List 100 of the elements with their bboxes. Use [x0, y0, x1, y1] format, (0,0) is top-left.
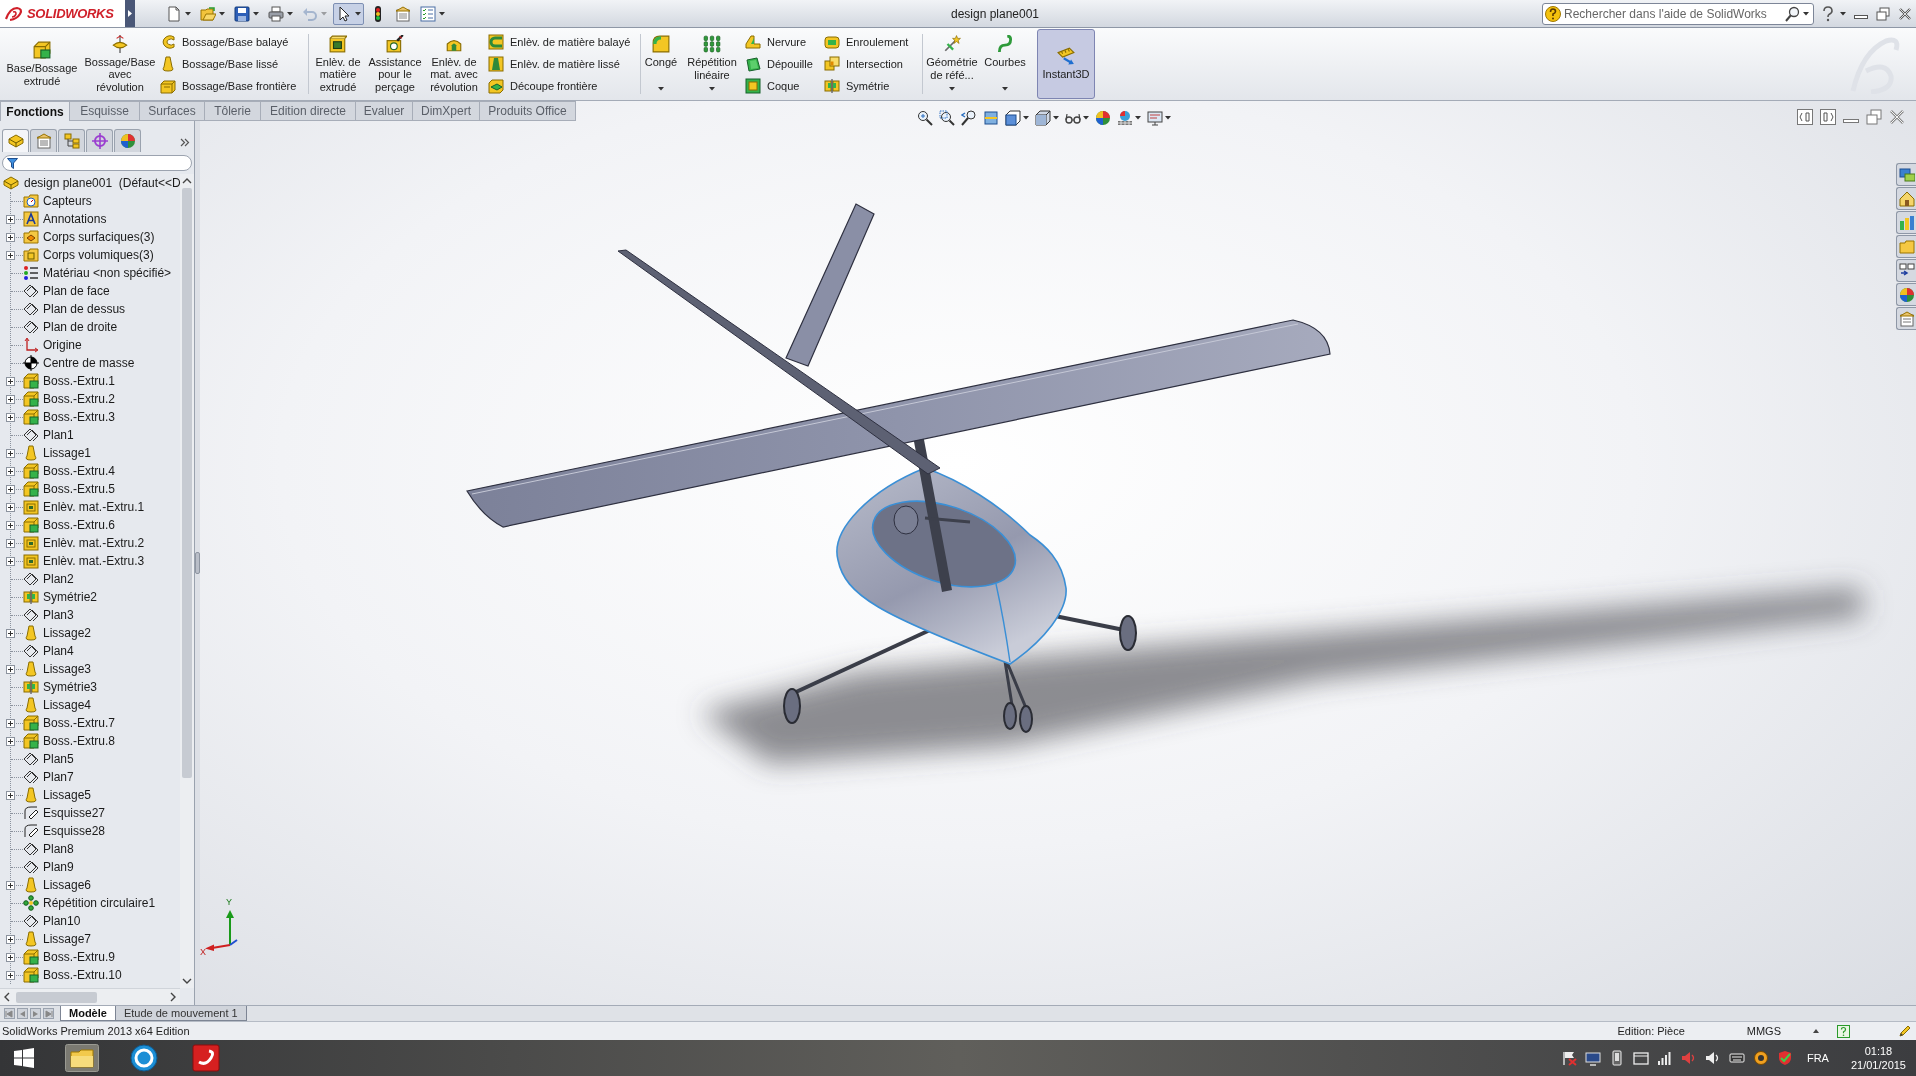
panel-tab[interactable]	[86, 129, 113, 152]
tree-item[interactable]: Boss.-Extru.7	[23, 714, 116, 732]
tree-item[interactable]: Plan1	[23, 426, 74, 444]
model-tab[interactable]: Etude de mouvement 1	[115, 1006, 247, 1021]
tree-item[interactable]: Boss.-Extru.9	[23, 948, 116, 966]
tree-item[interactable]: Enlèv. mat.-Extru.2	[23, 534, 145, 552]
units-button[interactable]: MMGS	[1746, 1022, 1781, 1040]
command-tab[interactable]: Edition directe	[261, 101, 356, 121]
tree-item[interactable]: Plan7	[23, 768, 74, 786]
expand-icon[interactable]	[6, 466, 15, 476]
ribbon-button[interactable]: Répétition linéaire	[684, 29, 740, 99]
tree-item[interactable]: Symétrie2	[23, 588, 98, 606]
expand-icon[interactable]	[6, 880, 15, 890]
task-pane-tab[interactable]	[1896, 283, 1916, 306]
tree-item[interactable]: Plan4	[23, 642, 74, 660]
ribbon-button[interactable]: Courbes	[982, 29, 1028, 99]
tree-item[interactable]: Lissage1	[23, 444, 92, 462]
app-icon[interactable]	[189, 1044, 223, 1072]
ribbon-button[interactable]: Instant3D	[1037, 29, 1095, 99]
ribbon-button[interactable]: Bossage/Base frontière	[158, 75, 299, 97]
tree-item[interactable]: Boss.-Extru.8	[23, 732, 116, 750]
expand-panel-button[interactable]	[180, 138, 190, 147]
shield-icon[interactable]	[1776, 1050, 1793, 1066]
search-field[interactable]: Rechercher dans l'aide de SolidWorks	[1542, 2, 1814, 25]
view-tool-button[interactable]	[917, 110, 933, 126]
menu-button[interactable]	[125, 0, 135, 27]
speaker-icon[interactable]	[1704, 1050, 1721, 1066]
vertical-scrollbar[interactable]	[180, 174, 194, 988]
expand-icon[interactable]	[6, 664, 15, 674]
ribbon-button[interactable]: Enlèv. de matière lissé	[486, 53, 622, 75]
tree-item[interactable]: Boss.-Extru.2	[23, 390, 116, 408]
tree-item[interactable]: Plan5	[23, 750, 74, 768]
ribbon-button[interactable]: Découpe frontière	[486, 75, 600, 97]
expand-icon[interactable]	[6, 718, 15, 728]
tree-item[interactable]: Boss.-Extru.5	[23, 480, 116, 498]
tree-item[interactable]: Boss.-Extru.10	[23, 966, 122, 984]
view-tool-button[interactable]	[939, 110, 955, 126]
expand-icon[interactable]	[6, 376, 15, 386]
expand-icon[interactable]	[6, 952, 15, 962]
ribbon-button[interactable]: Symétrie	[822, 75, 892, 97]
ribbon-button[interactable]: Nervure	[743, 31, 809, 53]
tree-item[interactable]: Lissage3	[23, 660, 92, 678]
expand-icon[interactable]	[6, 790, 15, 800]
expand-icon[interactable]	[6, 538, 15, 548]
model-tab[interactable]: Modèle	[60, 1006, 116, 1021]
pencil-icon[interactable]	[1898, 1024, 1912, 1038]
ribbon-button[interactable]: Géométrie de réfé...	[925, 29, 979, 99]
tree-item[interactable]: Plan9	[23, 858, 74, 876]
task-pane-tab[interactable]	[1896, 307, 1916, 330]
tree-item[interactable]: Lissage6	[23, 876, 92, 894]
ribbon-button[interactable]: Intersection	[822, 53, 905, 75]
tree-item[interactable]: Enlèv. mat.-Extru.3	[23, 552, 145, 570]
command-tab[interactable]: Evaluer	[356, 101, 413, 121]
expand-icon[interactable]	[6, 556, 15, 566]
tree-item[interactable]: Plan8	[23, 840, 74, 858]
panel-tab[interactable]	[114, 129, 141, 152]
command-tab[interactable]: Surfaces	[140, 101, 205, 121]
tree-item[interactable]: Boss.-Extru.1	[23, 372, 116, 390]
ribbon-button[interactable]: Enroulement	[822, 31, 911, 53]
expand-icon[interactable]	[6, 394, 15, 404]
task-pane-tab[interactable]	[1896, 163, 1916, 186]
view-tool-button[interactable]	[1035, 110, 1059, 126]
ribbon-button[interactable]: Enlèv. de matière balayé	[486, 31, 633, 53]
expand-icon[interactable]	[6, 412, 15, 422]
tree-item[interactable]: Lissage2	[23, 624, 92, 642]
screen-icon[interactable]	[1584, 1050, 1601, 1066]
tree-item[interactable]: Capteurs	[23, 192, 92, 210]
tree-item[interactable]: Boss.-Extru.6	[23, 516, 116, 534]
tree-item[interactable]: Répétition circulaire1	[23, 894, 156, 912]
tree-item[interactable]: Plan10	[23, 912, 81, 930]
clock[interactable]: 01:18 21/01/2015	[1850, 1044, 1906, 1072]
ribbon-button[interactable]: Base/Bossage extrudé	[6, 29, 78, 99]
expand-icon[interactable]	[6, 448, 15, 458]
expand-icon[interactable]	[6, 214, 15, 224]
tree-item[interactable]: Lissage4	[23, 696, 92, 714]
window-icon[interactable]	[1632, 1050, 1649, 1066]
language-indicator[interactable]: FRA	[1806, 1049, 1829, 1067]
ribbon-button[interactable]: Assistance pour le perçage	[366, 29, 424, 99]
ribbon-button[interactable]: Dépouille	[743, 53, 815, 75]
flag-icon[interactable]	[1560, 1050, 1577, 1066]
tree-item[interactable]: Lissage7	[23, 930, 92, 948]
command-tab[interactable]: Esquisse	[70, 101, 140, 121]
browser-icon[interactable]	[127, 1044, 161, 1072]
tree-item[interactable]: Lissage5	[23, 786, 92, 804]
splitter-handle[interactable]	[195, 552, 200, 574]
ribbon-button[interactable]: Bossage/Base avec révolution	[85, 29, 155, 99]
help-button[interactable]	[1822, 5, 1846, 22]
ribbon-button[interactable]: Enlèv. de mat. avec révolution	[425, 29, 483, 99]
restore-button[interactable]	[1876, 6, 1890, 21]
panel-tab[interactable]	[30, 129, 57, 152]
tree-item[interactable]: Esquisse27	[23, 804, 106, 822]
tile-button[interactable]	[1797, 109, 1813, 125]
task-pane-tab[interactable]	[1896, 259, 1916, 282]
expand-icon[interactable]	[6, 250, 15, 260]
tree-item[interactable]: Plan2	[23, 570, 74, 588]
close-button[interactable]	[1898, 6, 1912, 21]
expand-icon[interactable]	[6, 520, 15, 530]
tree-item[interactable]: Plan de droite	[23, 318, 118, 336]
ribbon-button[interactable]: Congé	[643, 29, 679, 99]
command-tab[interactable]: Fonctions	[0, 101, 70, 121]
